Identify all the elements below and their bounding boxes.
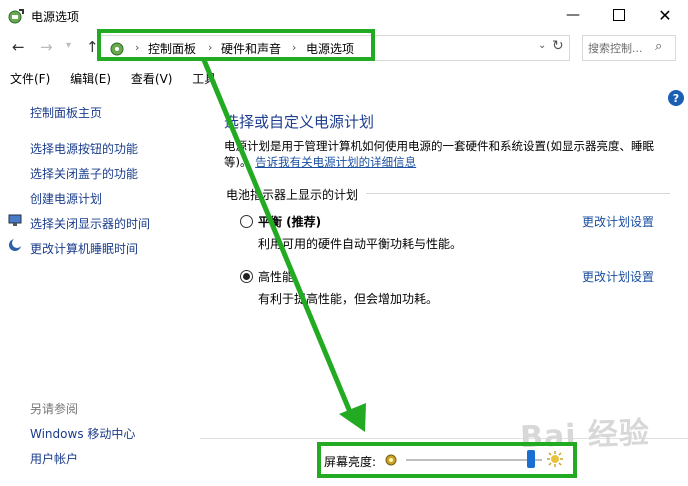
annotation-arrow: [201, 59, 366, 432]
